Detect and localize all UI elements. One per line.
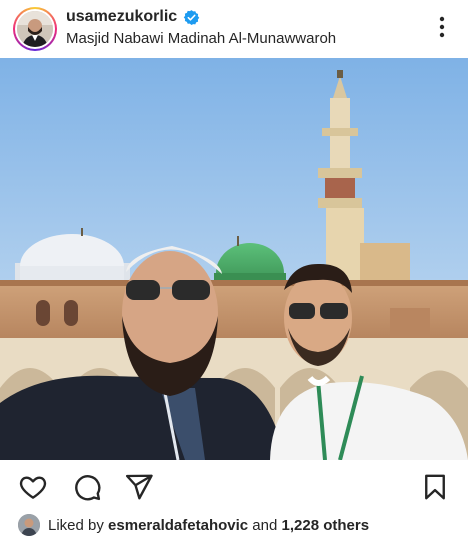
likes-prefix: Liked by	[48, 516, 104, 534]
send-icon[interactable]	[124, 472, 154, 502]
likes-conjunction: and	[252, 516, 278, 534]
liker-username[interactable]: esmeraldafetahovic	[108, 517, 248, 534]
post-header: usamezukorlic Masjid Nabawi Madinah Al-M…	[0, 0, 468, 58]
heart-icon[interactable]	[18, 472, 48, 502]
post-location[interactable]: Masjid Nabawi Madinah Al-Munawwaroh	[66, 30, 336, 47]
bookmark-icon[interactable]	[420, 472, 450, 502]
comment-icon[interactable]	[72, 472, 102, 502]
likes-summary: Liked by esmeraldafetahovic and 1,228 ot…	[48, 517, 369, 534]
verified-badge-icon	[183, 9, 200, 26]
more-options-icon[interactable]	[434, 14, 450, 40]
post-username[interactable]: usamezukorlic	[66, 8, 177, 26]
story-ring[interactable]	[13, 7, 57, 51]
profile-avatar[interactable]	[17, 11, 53, 47]
post-photo[interactable]	[0, 58, 468, 460]
likes-others-count[interactable]: 1,228 others	[282, 517, 370, 534]
likes-row: Liked by esmeraldafetahovic and 1,228 ot…	[18, 514, 369, 536]
post-action-bar	[0, 460, 468, 512]
liker-avatar[interactable]	[18, 514, 40, 536]
